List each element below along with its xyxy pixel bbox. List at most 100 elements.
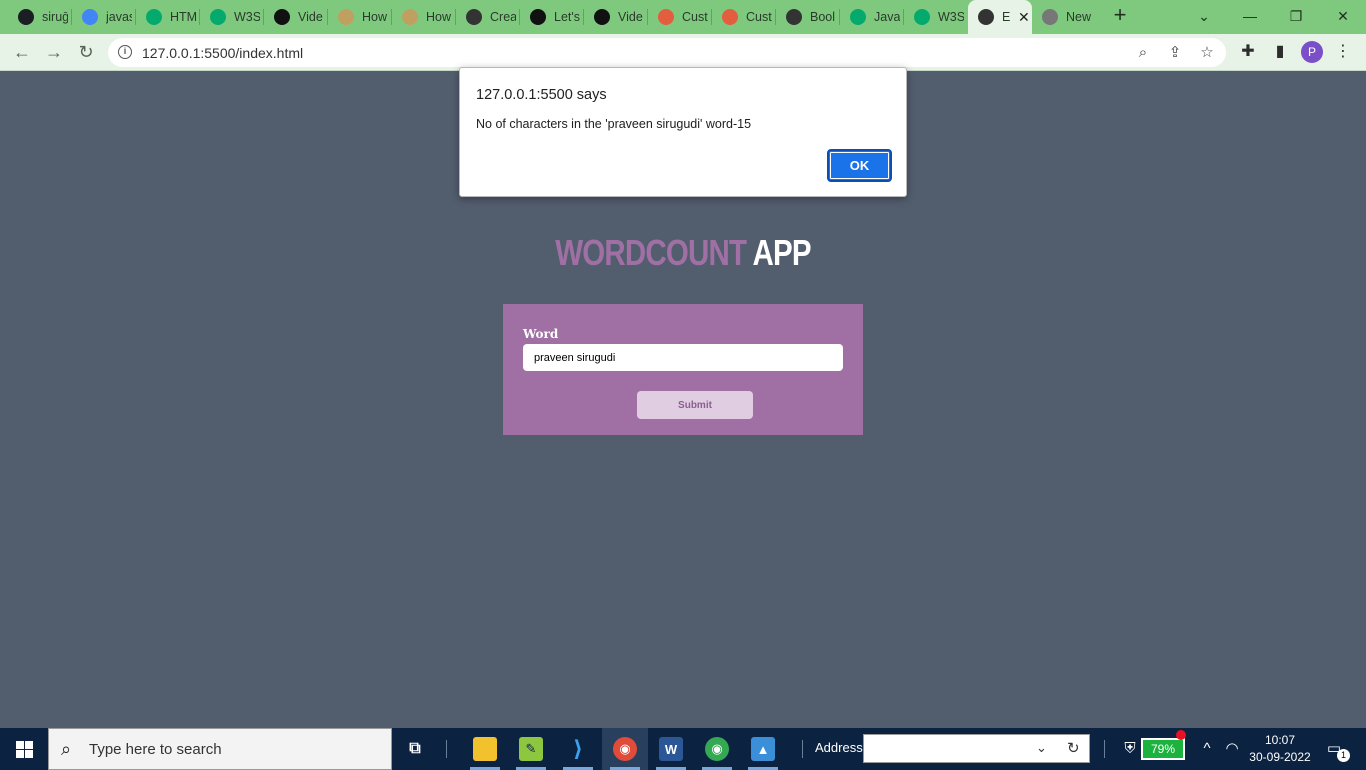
profile-avatar[interactable]: P <box>1301 41 1323 63</box>
tab-title: Cust <box>746 10 772 24</box>
notification-count: 1 <box>1337 749 1350 762</box>
site-info-icon[interactable]: i <box>118 45 132 59</box>
word-form: Word Submit <box>503 304 863 435</box>
browser-tab[interactable]: Vide <box>264 0 327 34</box>
browser-tab[interactable]: Cust <box>648 0 711 34</box>
page-title: WORDCOUNT APP <box>123 232 1243 274</box>
file-explorer-icon[interactable] <box>462 728 508 770</box>
dialog-title: 127.0.0.1:5500 says <box>476 87 607 103</box>
google-icon <box>82 9 98 25</box>
tab-title: How <box>362 10 388 24</box>
code-icon <box>658 9 674 25</box>
forward-icon[interactable]: → <box>42 40 66 64</box>
tab-title: W3S <box>234 10 260 24</box>
back-icon[interactable]: ← <box>10 40 34 64</box>
tab-search-icon[interactable]: ⌄ <box>1192 5 1216 27</box>
browser-tab[interactable]: How <box>392 0 455 34</box>
browser-tab[interactable]: Cust <box>712 0 775 34</box>
browser-tab[interactable]: siruḡ <box>8 0 71 34</box>
browser-tab[interactable]: W3S <box>904 0 967 34</box>
taskbar-clock[interactable]: 10:07 30-09-2022 <box>1240 732 1320 766</box>
url-text[interactable]: 127.0.0.1:5500/index.html <box>142 45 303 61</box>
tab-title: Let's <box>554 10 580 24</box>
taskbar-divider <box>802 740 803 758</box>
w3schools-icon <box>914 9 930 25</box>
task-view-icon[interactable]: ⧉ <box>392 728 438 770</box>
close-window-icon[interactable]: ✕ <box>1331 5 1355 27</box>
word-input[interactable] <box>523 344 843 371</box>
start-button[interactable] <box>0 728 48 770</box>
restore-icon[interactable]: ❐ <box>1284 5 1308 27</box>
browser-tab[interactable]: javas <box>72 0 135 34</box>
clock-time: 10:07 <box>1264 733 1296 747</box>
tab-title: Java <box>874 10 900 24</box>
battery-indicator[interactable]: 79% <box>1141 738 1185 760</box>
extensions-icon[interactable]: ✚ <box>1236 40 1260 64</box>
tab-title: E <box>1002 10 1011 24</box>
defender-shield-icon[interactable]: ⛨ <box>1120 738 1140 760</box>
alert-dialog: 127.0.0.1:5500 says No of characters in … <box>459 67 907 197</box>
browser-toolbar: ← → ↻ i 127.0.0.1:5500/index.html ⌕ ⇪ ☆ … <box>0 34 1366 71</box>
chrome-icon <box>1042 9 1058 25</box>
word-label: Word <box>523 327 559 341</box>
dialog-message: No of characters in the 'praveen sirugud… <box>476 117 752 131</box>
taskbar-search[interactable]: ⌕ Type here to search <box>48 728 392 770</box>
new-tab-button[interactable]: + <box>1108 4 1132 28</box>
github-icon <box>18 9 34 25</box>
vscode-icon[interactable]: ⟩ <box>555 728 601 770</box>
tab-title: javas <box>106 10 132 24</box>
page-title-part1: WORDCOUNT <box>555 232 747 273</box>
tab-title: How <box>426 10 452 24</box>
browser-tab[interactable]: Java <box>840 0 903 34</box>
address-toolbar-label: Address <box>815 740 863 755</box>
dialog-ok-button[interactable]: OK <box>827 149 892 182</box>
minimize-icon[interactable]: — <box>1238 5 1262 27</box>
tab-title: Bool <box>810 10 836 24</box>
browser-tab-strip: siruḡ javas HTM W3S Vide How How Crea Let's Vide C… <box>0 0 1366 34</box>
address-bar[interactable]: i 127.0.0.1:5500/index.html ⌕ ⇪ ☆ <box>108 38 1226 67</box>
browser-tab[interactable]: Let's <box>520 0 583 34</box>
code-icon <box>722 9 738 25</box>
reload-icon[interactable]: ↻ <box>74 40 98 64</box>
submit-button[interactable]: Submit <box>637 391 753 419</box>
browser-tab[interactable]: HTM <box>136 0 199 34</box>
share-icon[interactable]: ⇪ <box>1165 43 1185 63</box>
globe-icon <box>466 9 482 25</box>
chrome-taskbar-icon[interactable]: ◉ <box>602 728 648 770</box>
browser-tab[interactable]: W3S <box>200 0 263 34</box>
browser-tab[interactable]: Crea <box>456 0 519 34</box>
photos-icon[interactable]: ▲ <box>740 728 786 770</box>
tab-title: Vide <box>298 10 323 24</box>
tab-title: Vide <box>618 10 643 24</box>
windows-logo-icon <box>16 741 33 758</box>
tab-title: Crea <box>490 10 516 24</box>
page-title-part2: APP <box>752 232 812 273</box>
chevron-down-icon[interactable]: ⌄ <box>1036 740 1047 756</box>
wifi-icon[interactable]: ◠ <box>1222 738 1242 760</box>
zoom-icon[interactable]: ⌕ <box>1133 43 1153 63</box>
globe-icon <box>978 9 994 25</box>
address-toolbar-input[interactable]: ⌄ ↻ <box>863 734 1090 763</box>
tab-title: Cust <box>682 10 708 24</box>
bookmark-star-icon[interactable]: ☆ <box>1197 43 1217 63</box>
tab-title: W3S <box>938 10 964 24</box>
question-icon <box>338 9 354 25</box>
refresh-icon[interactable]: ↻ <box>1067 739 1080 757</box>
browser-tab[interactable]: Vide <box>584 0 647 34</box>
menu-kebab-icon[interactable]: ⋮ <box>1331 40 1355 64</box>
browser-tab[interactable]: E ✕ <box>968 0 1032 34</box>
notepad-plus-icon[interactable]: ✎ <box>508 728 554 770</box>
browser-tab[interactable]: How <box>328 0 391 34</box>
word-icon[interactable]: W <box>648 728 694 770</box>
browser-tab[interactable]: New <box>1032 0 1095 34</box>
chrome-profile-icon[interactable]: ◉ <box>694 728 740 770</box>
taskbar-search-placeholder: Type here to search <box>89 741 222 758</box>
tab-title: New <box>1066 10 1092 24</box>
tray-expand-icon[interactable]: ^ <box>1197 738 1217 760</box>
close-tab-icon[interactable]: ✕ <box>1018 9 1030 26</box>
battery-alert-dot <box>1176 730 1186 740</box>
w3schools-icon <box>146 9 162 25</box>
globe-icon <box>786 9 802 25</box>
browser-tab[interactable]: Bool <box>776 0 839 34</box>
side-panel-icon[interactable]: ▮ <box>1268 40 1292 64</box>
